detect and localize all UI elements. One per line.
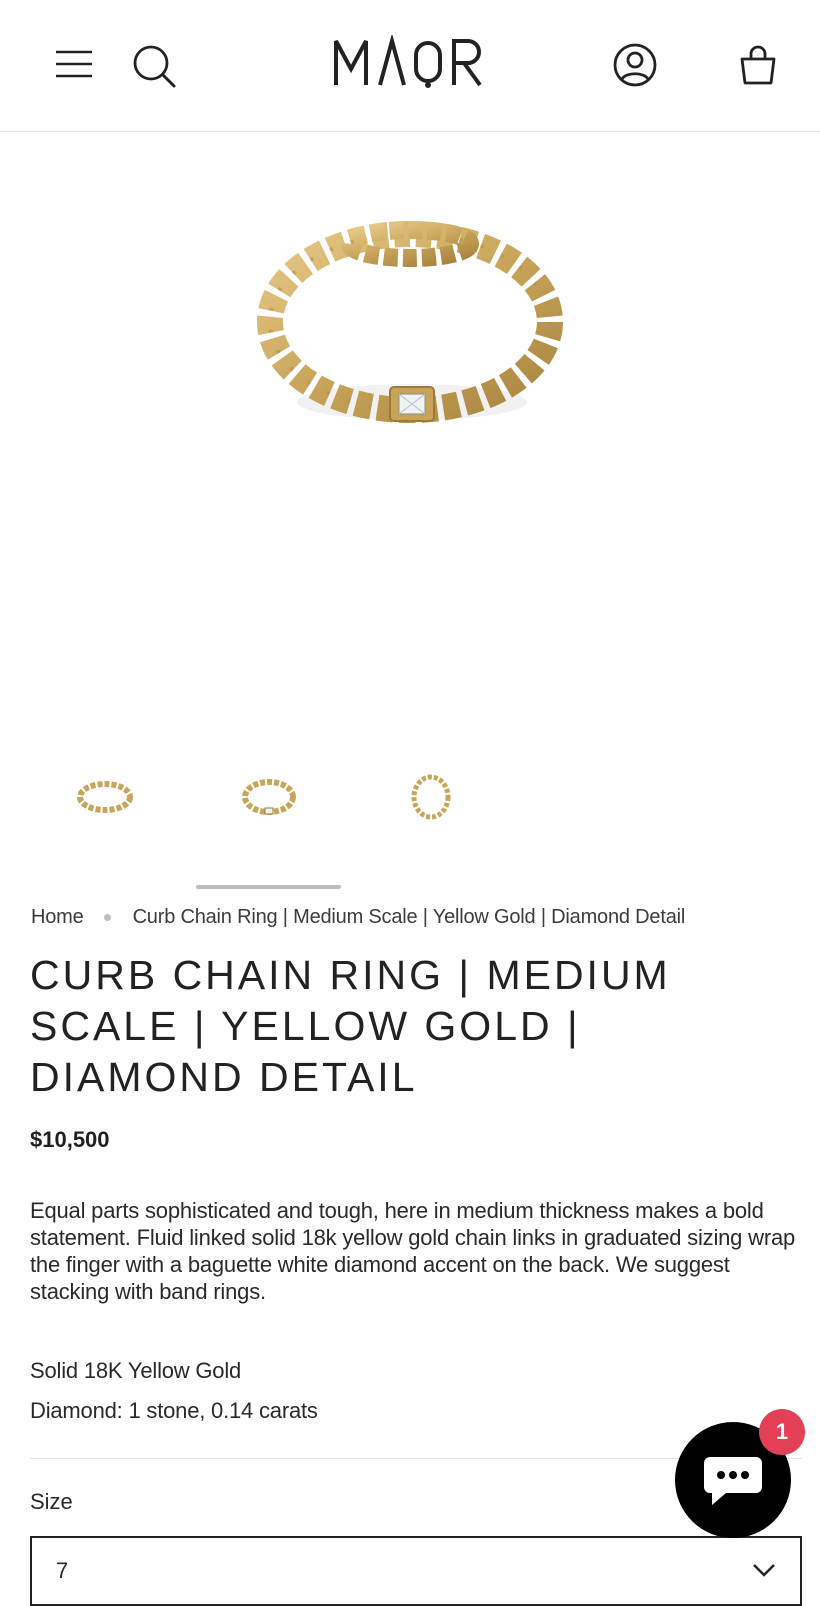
chat-icon [704,1457,762,1505]
cart-button[interactable] [734,40,782,90]
ring-thumbnail-icon [77,781,133,813]
account-icon [613,43,657,87]
cart-icon [740,45,776,85]
search-button[interactable] [130,42,178,90]
product-title: CURB CHAIN RING | MEDIUM SCALE | YELLOW … [30,952,671,1100]
thumbnail-2[interactable] [224,762,314,832]
size-selected-value: 7 [56,1558,69,1583]
product-main-image[interactable] [0,132,820,732]
ring-image [257,221,563,423]
brand-logo[interactable] [300,28,520,98]
thumbnail-3[interactable] [386,762,476,832]
chevron-down-icon [753,1564,775,1577]
size-label: Size [30,1489,73,1514]
thumbnail-scroll-indicator [196,885,341,889]
ring-thumbnail-icon [411,774,451,820]
search-icon [133,45,176,88]
breadcrumb: Home Curb Chain Ring | Medium Scale | Ye… [31,906,801,929]
product-material: Solid 18K Yellow Gold [30,1358,242,1383]
ring-thumbnail-icon [242,779,296,815]
size-select[interactable]: 7 [30,1536,802,1606]
account-button[interactable] [610,40,660,90]
menu-button[interactable] [52,42,96,86]
breadcrumb-home-link[interactable]: Home [31,906,84,929]
site-header [0,0,820,132]
product-stones: Diamond: 1 stone, 0.14 carats [30,1398,318,1423]
chat-notification-badge: 1 [759,1409,805,1455]
breadcrumb-current: Curb Chain Ring | Medium Scale | Yellow … [132,906,686,928]
menu-icon [56,50,92,78]
breadcrumb-separator [103,914,111,921]
product-price: $10,500 [30,1127,110,1152]
product-description: Equal parts sophisticated and tough, her… [30,1198,796,1304]
thumbnail-1[interactable] [60,762,150,832]
